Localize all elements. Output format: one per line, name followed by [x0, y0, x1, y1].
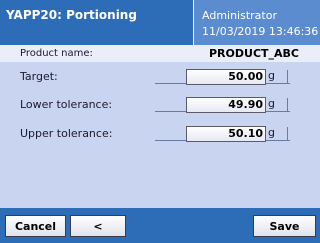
- save-button[interactable]: Save: [253, 215, 316, 237]
- lower-tolerance-divider: [287, 98, 288, 111]
- target-row: Target: 50.00 g: [0, 65, 320, 89]
- date-time: 11/03/2019 13:46:36: [202, 25, 319, 38]
- product-name-label: Product name:: [20, 48, 93, 59]
- target-input[interactable]: 50.00: [186, 69, 266, 85]
- user-name: Administrator: [202, 9, 277, 22]
- target-unit: g: [268, 69, 275, 82]
- app-title: YAPP20: Portioning: [6, 8, 137, 22]
- user-info-box[interactable]: Administrator 11/03/2019 13:46:36: [193, 0, 320, 45]
- upper-tolerance-divider: [287, 127, 288, 140]
- target-label: Target:: [20, 70, 58, 83]
- lower-tolerance-unit: g: [268, 97, 275, 110]
- upper-tolerance-input[interactable]: 50.10: [186, 126, 266, 142]
- product-name-row: Product name: PRODUCT_ABC: [0, 45, 320, 62]
- cancel-button[interactable]: Cancel: [5, 215, 66, 237]
- upper-tolerance-row: Upper tolerance: 50.10 g: [0, 122, 320, 146]
- upper-tolerance-label: Upper tolerance:: [20, 127, 113, 140]
- main-content: Product name: PRODUCT_ABC Target: 50.00 …: [0, 45, 320, 208]
- bottom-bar: Cancel < Save: [0, 208, 320, 243]
- upper-tolerance-unit: g: [268, 126, 275, 139]
- lower-tolerance-label: Lower tolerance:: [20, 98, 113, 111]
- lower-tolerance-row: Lower tolerance: 49.90 g: [0, 93, 320, 117]
- back-button[interactable]: <: [70, 215, 126, 237]
- title-bar: YAPP20: Portioning Administrator 11/03/2…: [0, 0, 320, 45]
- lower-tolerance-input[interactable]: 49.90: [186, 97, 266, 113]
- target-divider: [287, 70, 288, 83]
- product-name-value: PRODUCT_ABC: [209, 47, 299, 60]
